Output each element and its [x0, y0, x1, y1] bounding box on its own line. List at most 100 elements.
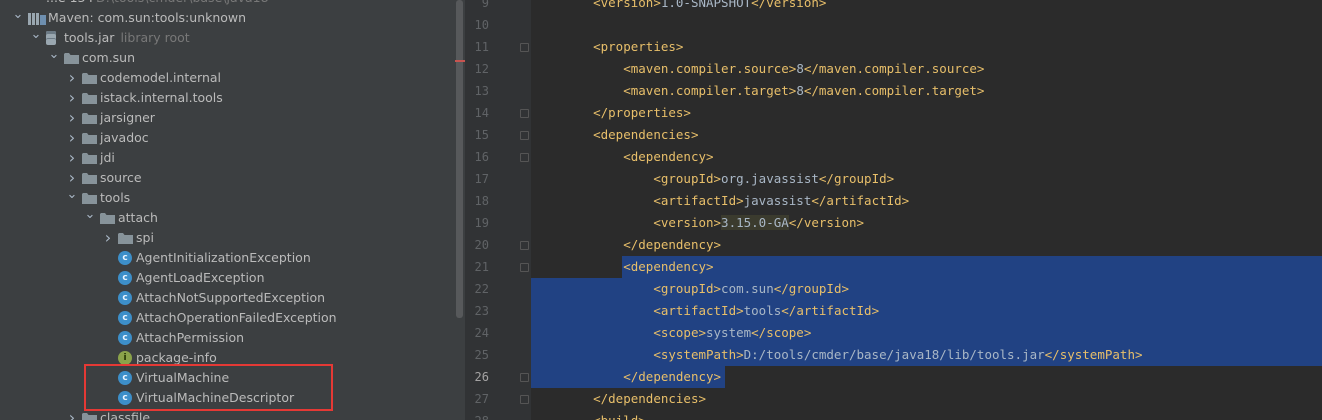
code-line[interactable]: </dependency> — [563, 366, 721, 388]
line-number: 12 — [474, 62, 489, 76]
package-folder-icon — [82, 111, 97, 125]
tree-item-label: AttachPermission — [136, 330, 245, 345]
tree-item-label: AgentInitializationException — [136, 250, 311, 265]
package-folder-icon — [118, 231, 133, 245]
fold-marker-icon[interactable] — [520, 241, 529, 250]
chevron-right-icon[interactable]: › — [102, 228, 114, 248]
code-line[interactable]: <artifactId>javassist</artifactId> — [563, 190, 909, 212]
package-folder-icon — [64, 51, 79, 65]
tree-item-label: codemodel.internal — [100, 70, 222, 85]
line-number: 14 — [474, 106, 489, 120]
package-folder-icon — [82, 71, 97, 85]
fold-marker-icon[interactable] — [520, 109, 529, 118]
line-number: 10 — [474, 18, 489, 32]
jar-icon — [46, 31, 61, 45]
chevron-down-icon[interactable]: ⌄ — [84, 208, 96, 228]
chevron-right-icon[interactable]: › — [66, 128, 78, 148]
tree-item-label: tools — [100, 190, 131, 205]
class-icon: c — [118, 331, 133, 345]
fold-marker-icon[interactable] — [520, 43, 529, 52]
code-line[interactable]: </dependencies> — [563, 388, 706, 410]
tree-item-label: spi — [136, 230, 154, 245]
class-icon: c — [118, 251, 133, 265]
line-number: 22 — [474, 282, 489, 296]
fold-marker-icon[interactable] — [520, 263, 529, 272]
line-number: 9 — [481, 0, 489, 10]
chevron-down-icon[interactable]: ⌄ — [48, 48, 60, 68]
package-info-icon: i — [118, 351, 133, 365]
chevron-down-icon[interactable]: ⌄ — [30, 28, 42, 48]
code-line[interactable]: <groupId>org.javassist</groupId> — [563, 168, 894, 190]
error-marker — [455, 60, 465, 62]
tree-item-label: AgentLoadException — [136, 270, 265, 285]
chevron-right-icon[interactable]: › — [66, 168, 78, 188]
line-number: 24 — [474, 326, 489, 340]
package-folder-icon — [100, 211, 115, 225]
code-line[interactable]: <scope>system</scope> — [563, 322, 811, 344]
text-selection — [621, 256, 1322, 278]
fold-marker-icon[interactable] — [520, 395, 529, 404]
line-number: 16 — [474, 150, 489, 164]
code-line[interactable]: <maven.compiler.source>8</maven.compiler… — [563, 58, 984, 80]
tree-item-label: tools.jar library root — [64, 30, 190, 45]
line-number: 28 — [465, 410, 489, 420]
chevron-right-icon[interactable]: › — [66, 108, 78, 128]
code-line[interactable]: <build> — [563, 410, 646, 420]
tree-item-label: jarsigner — [100, 110, 155, 125]
class-icon: c — [118, 311, 133, 325]
code-line[interactable]: <dependency> — [563, 146, 713, 168]
annotation-highlight-box — [84, 364, 333, 411]
code-line[interactable]: <maven.compiler.target>8</maven.compiler… — [563, 80, 984, 102]
line-number: 17 — [474, 172, 489, 186]
tree-item-label: AttachNotSupportedException — [136, 290, 326, 305]
tree-item-label: istack.internal.tools — [100, 90, 223, 105]
code-line[interactable]: <properties> — [563, 36, 683, 58]
package-folder-icon — [82, 411, 97, 420]
tree-item-label: ...e 134 — [46, 0, 93, 8]
code-line[interactable]: <artifactId>tools</artifactId> — [563, 300, 879, 322]
project-tree-panel: ...e 134 D:\tools\cmder\base\java18 ⌄ Mav… — [0, 0, 465, 420]
line-number: 18 — [474, 194, 489, 208]
code-line[interactable]: </properties> — [563, 102, 691, 124]
code-line[interactable]: </dependency> — [563, 234, 721, 256]
tree-item-label: source — [100, 170, 142, 185]
line-number: 26 — [474, 370, 489, 384]
chevron-right-icon[interactable]: › — [66, 408, 78, 420]
package-folder-icon — [82, 131, 97, 145]
line-number: 11 — [474, 40, 489, 54]
code-line[interactable]: <dependencies> — [563, 124, 698, 146]
class-icon: c — [118, 271, 133, 285]
fold-marker-icon[interactable] — [520, 153, 529, 162]
code-line[interactable]: <version>3.15.0-GA</version> — [563, 212, 864, 234]
chevron-down-icon[interactable]: ⌄ — [12, 8, 24, 28]
code-line[interactable]: <systemPath>D:/tools/cmder/base/java18/l… — [563, 344, 1142, 366]
tree-item-label: Maven: com.sun:tools:unknown — [48, 10, 247, 25]
code-line[interactable]: <groupId>com.sun</groupId> — [563, 278, 849, 300]
tree-item-path: D:\tools\cmder\base\java18 — [96, 0, 269, 8]
tree-item-label: jdi — [100, 150, 115, 165]
fold-marker-icon[interactable] — [520, 131, 529, 140]
code-editor[interactable]: 910111213141516171819202122232425262728 … — [465, 0, 1322, 420]
chevron-right-icon[interactable]: › — [66, 68, 78, 88]
tree-item-label: AttachOperationFailedException — [136, 310, 337, 325]
line-number: 23 — [474, 304, 489, 318]
code-line[interactable]: <version>1.0-SNAPSHOT</version> — [563, 0, 826, 14]
tree-item-hint: library root — [120, 30, 190, 45]
fold-marker-icon[interactable] — [520, 373, 529, 382]
line-number: 21 — [474, 260, 489, 274]
line-number: 13 — [474, 84, 489, 98]
package-folder-icon — [82, 191, 97, 205]
tree-scrollbar[interactable] — [456, 0, 463, 318]
chevron-down-icon[interactable]: ⌄ — [66, 188, 78, 208]
line-number: 15 — [474, 128, 489, 142]
tree-item-label: com.sun — [82, 50, 136, 65]
package-folder-icon — [82, 171, 97, 185]
editor-gutter: 9 10 11 12 13 14 15 16 17 18 19 20 21 22 23 24 25 26 27 28 — [465, 0, 531, 420]
line-number: 25 — [474, 348, 489, 362]
line-number: 20 — [474, 238, 489, 252]
code-line[interactable]: <dependency> — [563, 256, 713, 278]
chevron-right-icon[interactable]: › — [66, 88, 78, 108]
library-icon — [28, 11, 46, 25]
class-icon: c — [118, 291, 133, 305]
chevron-right-icon[interactable]: › — [66, 148, 78, 168]
